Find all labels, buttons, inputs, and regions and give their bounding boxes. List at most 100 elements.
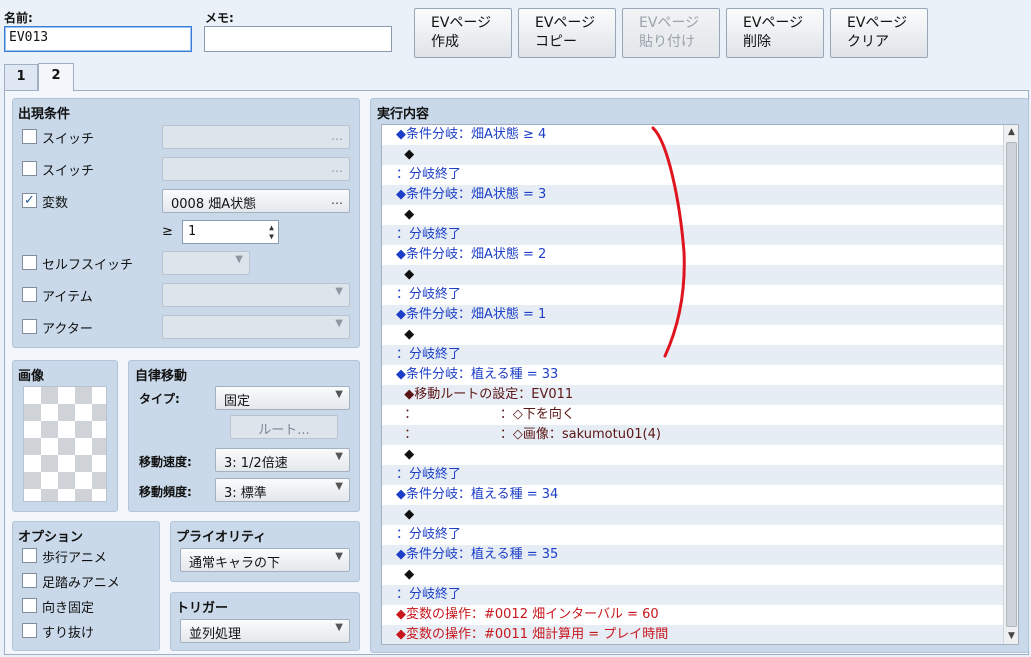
button-label-line1: EVページ [535,15,596,31]
spin-down-icon[interactable]: ▼ [269,232,274,241]
step-anime-checkbox[interactable] [22,573,37,588]
self-switch-select[interactable]: ▼ [162,251,250,275]
ev-page-create-button[interactable]: EVページ 作成 [414,8,512,58]
command-text: ◆ [396,207,415,222]
command-text: ◆移動ルートの設定：EV011 [396,387,574,402]
switch2-checkbox[interactable] [22,161,37,176]
contents-title: 実行内容 [377,107,430,122]
button-label-line2: 作成 [431,34,459,50]
priority-title: プライオリティ [176,530,267,545]
direction-fix-label: 向き固定 [42,601,95,616]
command-row[interactable]: ：分岐終了 [382,525,1003,545]
tab-page-1[interactable]: 1 [4,64,38,90]
chevron-down-icon: ▼ [335,318,343,329]
memo-label: メモ: [205,11,234,25]
name-label: 名前: [4,11,33,25]
speed-label: 移動速度: [139,455,192,469]
trigger-value: 並列処理 [189,627,242,642]
scroll-up-icon[interactable]: ▲ [1004,125,1019,140]
variable-checkbox[interactable]: ✓ [22,193,37,208]
button-label-line1: EVページ [431,15,492,31]
command-text: ：分岐終了 [396,527,462,542]
ev-page-copy-button[interactable]: EVページ コピー [518,8,616,58]
ev-page-clear-button[interactable]: EVページ クリア [830,8,928,58]
switch1-selector[interactable]: … [162,125,350,149]
command-text: ◆ [396,567,415,582]
character-image-preview[interactable] [23,386,107,502]
scroll-down-icon[interactable]: ▼ [1004,629,1019,644]
actor-select[interactable]: ▼ [162,315,350,339]
command-list[interactable]: ◆条件分岐：畑A状態 ≥ 4 ◆ ：分岐終了 ◆条件分岐：畑A状態 = 3 ◆ ：分岐… [381,124,1019,645]
trigger-title: トリガー [176,601,229,616]
command-text: ◆条件分岐：畑A状態 ≥ 4 [396,127,547,142]
type-select[interactable]: 固定 ▼ [215,386,350,410]
command-row[interactable]: ◆ [382,445,1003,465]
command-row[interactable]: ◆変数の操作：#0012 畑インターバル = 60 [382,605,1003,625]
command-text: ◆条件分岐：畑A状態 = 1 [396,307,547,322]
variable-label: 変数 [42,196,69,211]
red-annotation-stroke [651,126,686,358]
item-checkbox[interactable] [22,287,37,302]
type-label: タイプ: [139,392,180,406]
command-list-scrollbar[interactable]: ▲ ▼ [1003,125,1018,644]
command-row[interactable]: ◆条件分岐：植える種 = 34 [382,485,1003,505]
command-row[interactable]: ：分岐終了 [382,465,1003,485]
chevron-down-icon: ▼ [335,622,343,633]
chevron-down-icon: ▼ [335,389,343,400]
variable-number-value: 1 [188,224,196,239]
variable-number-stepper[interactable]: 1 ▲ ▼ [182,220,279,244]
command-text: ：分岐終了 [396,587,462,602]
spin-up-icon[interactable]: ▲ [269,223,274,232]
name-input[interactable]: EV013 [4,26,192,52]
chevron-down-icon: ▼ [235,254,243,265]
chevron-down-icon: ▼ [335,286,343,297]
trigger-select[interactable]: 並列処理 ▼ [180,619,350,643]
command-row[interactable]: ◆条件分岐：植える種 = 35 [382,545,1003,565]
ellipsis-icon: … [331,193,343,207]
command-row[interactable]: ◆変数の操作：#0011 畑計算用 = プレイ時間 [382,625,1003,644]
route-button[interactable]: ルート... [230,415,338,439]
command-row[interactable]: ◆移動ルートの設定：EV011 [382,385,1003,405]
ev-page-delete-button[interactable]: EVページ 削除 [726,8,824,58]
priority-select[interactable]: 通常キャラの下 ▼ [180,548,350,572]
command-row[interactable]: ◆条件分岐：植える種 = 33 [382,365,1003,385]
self-switch-checkbox[interactable] [22,255,37,270]
tab-page-2[interactable]: 2 [38,63,74,91]
button-label-line2: クリア [847,34,889,50]
variable-operator: ≥ [162,224,173,239]
command-row[interactable]: ◆ [382,565,1003,585]
walk-anime-checkbox[interactable] [22,548,37,563]
command-text: ◆変数の操作：#0012 畑インターバル = 60 [396,607,659,622]
priority-value: 通常キャラの下 [189,556,281,571]
button-label-line2: 貼り付け [639,34,695,50]
self-switch-label: セルフスイッチ [42,258,134,273]
variable-value: 0008 畑A状態 [171,197,257,212]
switch2-selector[interactable]: … [162,157,350,181]
type-value: 固定 [224,394,251,409]
switch1-label: スイッチ [42,132,95,147]
command-row[interactable]: ： ：◇下を向く [382,405,1003,425]
command-row[interactable]: ：分岐終了 [382,585,1003,605]
through-checkbox[interactable] [22,623,37,638]
chevron-down-icon: ▼ [335,451,343,462]
command-text: ：分岐終了 [396,167,462,182]
actor-checkbox[interactable] [22,319,37,334]
ev-page-paste-button[interactable]: EVページ 貼り付け [622,8,720,58]
command-row[interactable]: ◆ [382,505,1003,525]
command-text: ： ：◇画像：sakumotu01(4) [396,427,661,442]
variable-selector[interactable]: 0008 畑A状態 … [162,189,350,213]
switch1-checkbox[interactable] [22,129,37,144]
item-select[interactable]: ▼ [162,283,350,307]
button-label-line2: 削除 [743,34,771,50]
frequency-select[interactable]: 3: 標準 ▼ [215,478,350,502]
memo-input[interactable] [204,26,392,52]
command-text: ◆ [396,147,415,162]
command-text: ◆条件分岐：植える種 = 34 [396,487,559,502]
speed-select[interactable]: 3: 1/2倍速 ▼ [215,448,350,472]
direction-fix-checkbox[interactable] [22,598,37,613]
chevron-down-icon: ▼ [335,481,343,492]
image-title: 画像 [18,369,45,384]
autonomous-title: 自律移動 [135,369,188,384]
command-row[interactable]: ： ：◇画像：sakumotu01(4) [382,425,1003,445]
scroll-thumb[interactable] [1006,142,1017,627]
